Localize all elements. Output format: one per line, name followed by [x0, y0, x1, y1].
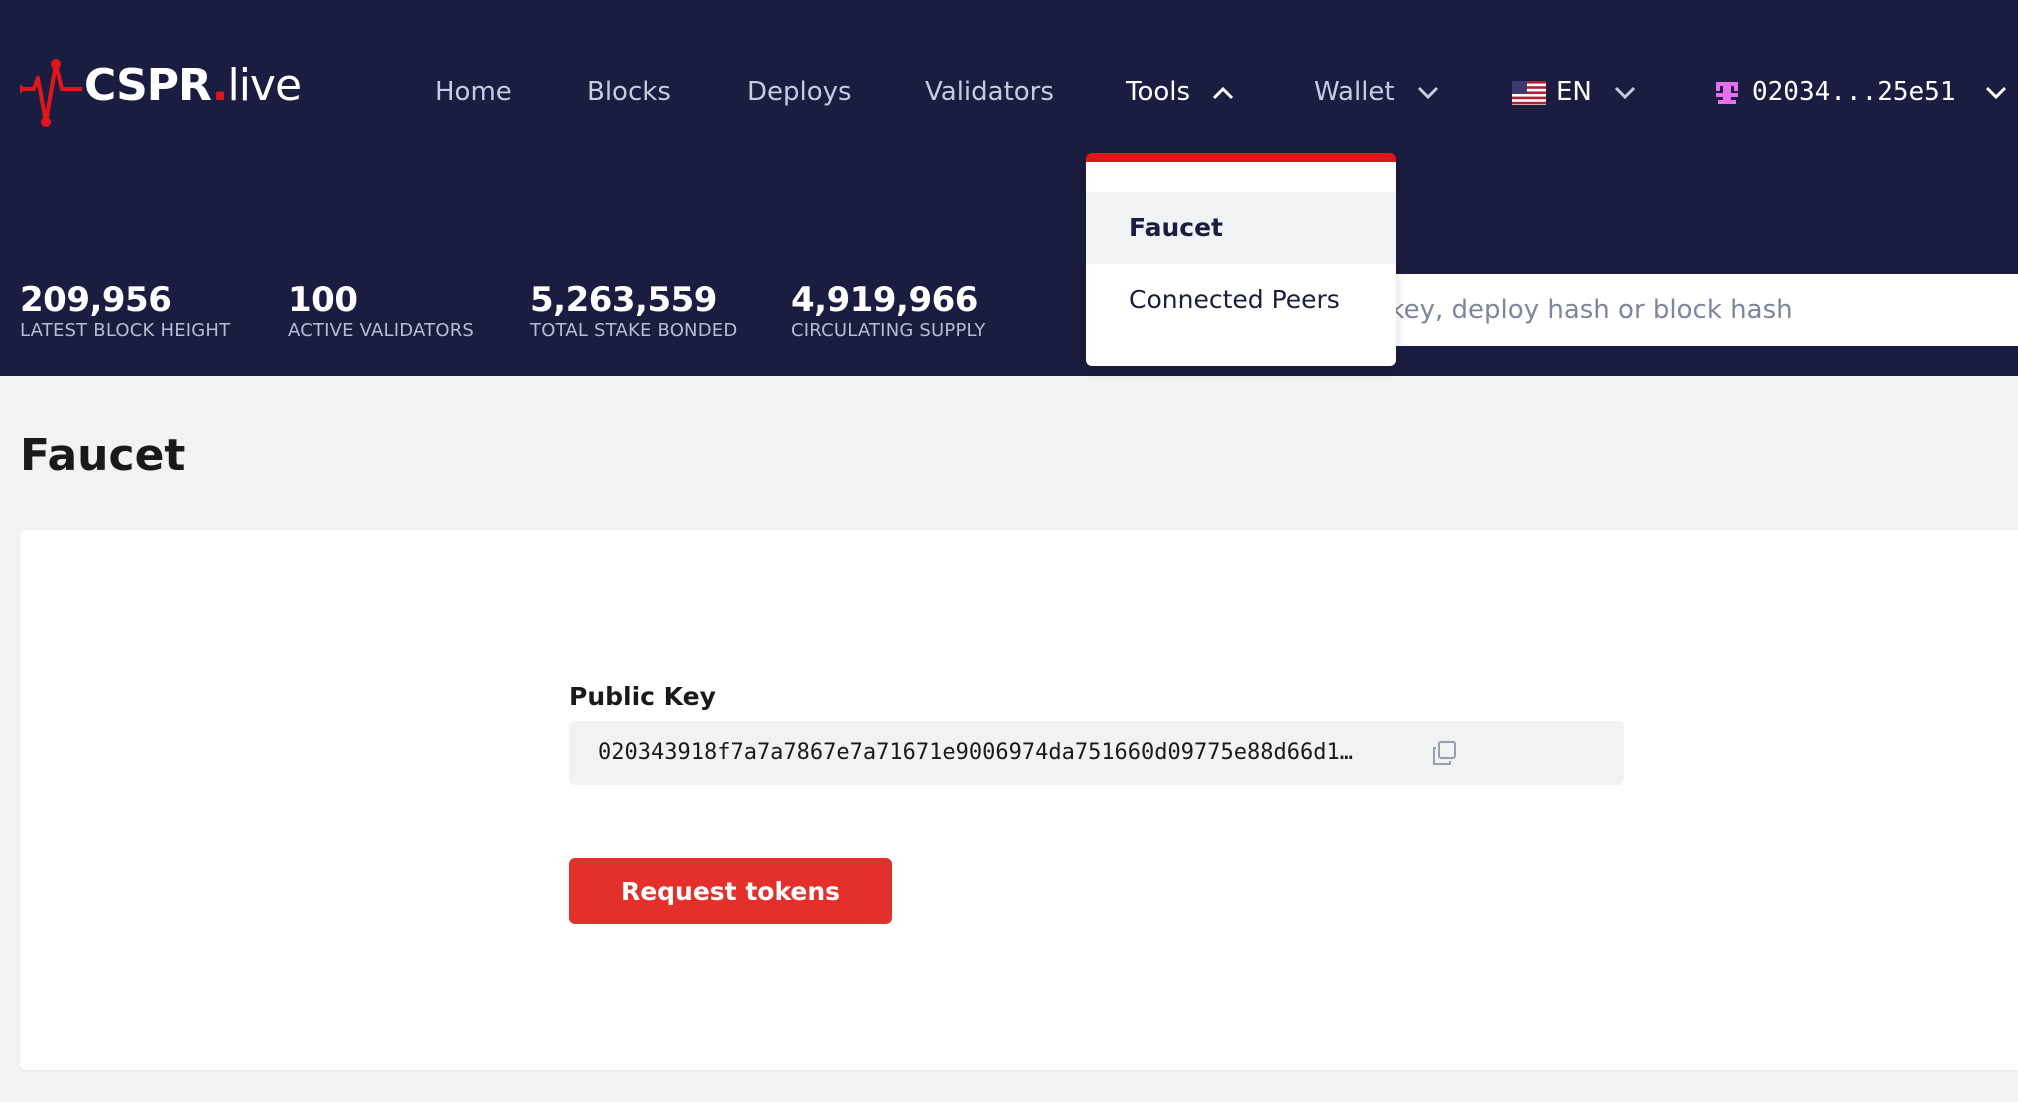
request-tokens-button[interactable]: Request tokens — [569, 858, 892, 924]
language-selector[interactable]: EN — [1512, 70, 1636, 114]
pulse-logo-icon — [20, 59, 82, 127]
nav-validators-label: Validators — [925, 77, 1054, 107]
nav-tools-label: Tools — [1126, 77, 1191, 107]
stat-circulating-supply: 4,919,966 CIRCULATING SUPPLY — [791, 280, 986, 342]
chevron-down-icon — [1986, 86, 2007, 99]
nav-wallet-dropdown[interactable]: Wallet — [1314, 70, 1439, 114]
chevron-down-icon — [1417, 86, 1438, 99]
stat-value: 4,919,966 — [791, 280, 978, 320]
public-key-field: 020343918f7a7a7867e7a71671e9006974da7516… — [569, 721, 1624, 785]
chevron-up-icon — [1213, 86, 1234, 99]
account-avatar-icon — [1716, 81, 1738, 104]
faucet-card: Public Key 020343918f7a7a7867e7a71671e90… — [20, 530, 2018, 1070]
menu-item-connected-peers[interactable]: Connected Peers — [1086, 264, 1396, 336]
account-key-short: 02034...25e51 — [1752, 77, 1956, 107]
stat-latest-block-height: 209,956 LATEST BLOCK HEIGHT — [20, 280, 230, 342]
language-label: EN — [1556, 77, 1592, 107]
top-header: CSPR.live Home Blocks Deploys Validators… — [0, 0, 2018, 376]
nav-deploys-label: Deploys — [747, 77, 852, 107]
copy-icon[interactable] — [1431, 740, 1457, 766]
nav-home[interactable]: Home — [435, 70, 512, 114]
us-flag-icon — [1512, 80, 1546, 105]
stat-label: CIRCULATING SUPPLY — [791, 320, 986, 341]
page-title: Faucet — [20, 430, 186, 481]
menu-item-faucet[interactable]: Faucet — [1086, 192, 1396, 264]
public-key-label: Public Key — [569, 682, 716, 711]
stat-value: 209,956 — [20, 280, 172, 320]
stat-label: ACTIVE VALIDATORS — [288, 320, 475, 341]
stat-label: TOTAL STAKE BONDED — [530, 320, 738, 341]
nav-deploys[interactable]: Deploys — [747, 70, 852, 114]
nav-blocks-label: Blocks — [587, 77, 671, 107]
public-key-value: 020343918f7a7a7867e7a71671e9006974da7516… — [598, 740, 1353, 765]
search-box — [1300, 274, 2018, 346]
tools-dropdown-menu: Faucet Connected Peers — [1086, 153, 1396, 366]
nav-home-label: Home — [435, 77, 512, 107]
stat-value: 100 — [288, 280, 358, 320]
nav-validators[interactable]: Validators — [925, 70, 1054, 114]
account-menu[interactable]: 02034...25e51 — [1714, 70, 2007, 114]
logo-wordmark: CSPR.live — [84, 60, 302, 111]
stat-active-validators: 100 ACTIVE VALIDATORS — [288, 280, 474, 342]
chevron-down-icon — [1615, 86, 1636, 99]
stat-value: 5,263,559 — [530, 280, 717, 320]
stat-label: LATEST BLOCK HEIGHT — [20, 320, 231, 341]
nav-blocks[interactable]: Blocks — [587, 70, 671, 114]
search-input[interactable] — [1300, 274, 2018, 346]
nav-wallet-label: Wallet — [1314, 77, 1395, 107]
nav-tools-dropdown[interactable]: Tools — [1126, 70, 1234, 114]
cspr-live-logo[interactable]: CSPR.live — [20, 56, 302, 128]
stat-total-stake-bonded: 5,263,559 TOTAL STAKE BONDED — [530, 280, 737, 342]
